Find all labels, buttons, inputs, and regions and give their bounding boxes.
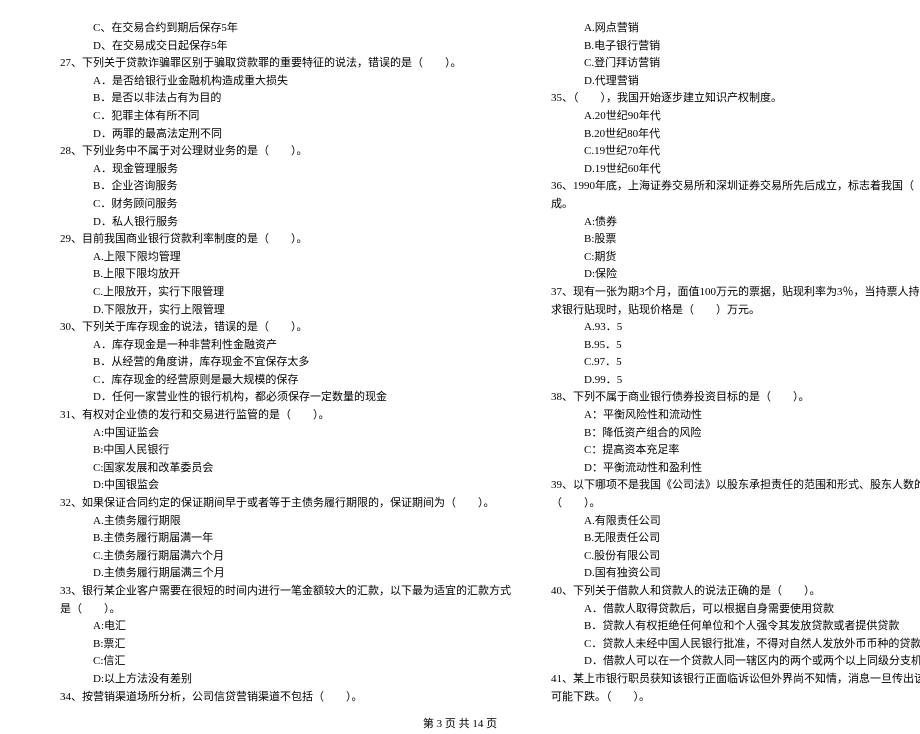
question-line: （ ）。 xyxy=(551,495,920,513)
option-line: B．从经营的角度讲，库存现金不宜保存太多 xyxy=(60,354,511,372)
right-column: A.网点营销B.电子银行营销C.登门拜访营销D.代理营销35、（ ），我国开始逐… xyxy=(551,20,920,706)
option-line: A.上限下限均管理 xyxy=(60,249,511,267)
option-line: C．库存现金的经营原则是最大规模的保存 xyxy=(60,372,511,390)
option-line: B:股票 xyxy=(551,231,920,249)
option-line: D.主债务履行期届满三个月 xyxy=(60,565,511,583)
option-line: B.主债务履行期届满一年 xyxy=(60,530,511,548)
option-line: A．是否给银行业金融机构造成重大损失 xyxy=(60,73,511,91)
option-line: D、在交易成交日起保存5年 xyxy=(60,38,511,56)
question-line: 41、某上市银行职员获知该银行正面临诉讼但外界尚不知情，消息一旦传出该银行股票价… xyxy=(551,671,920,689)
option-line: A:电汇 xyxy=(60,618,511,636)
question-line: 34、按营销渠道场所分析，公司信贷营销渠道不包括（ ）。 xyxy=(60,689,511,707)
question-line: 28、下列业务中不属于对公理财业务的是（ ）。 xyxy=(60,143,511,161)
option-line: C、在交易合约到期后保存5年 xyxy=(60,20,511,38)
option-line: C:信汇 xyxy=(60,653,511,671)
option-line: C.股份有限公司 xyxy=(551,548,920,566)
question-line: 35、（ ），我国开始逐步建立知识产权制度。 xyxy=(551,90,920,108)
option-line: A.主债务履行期限 xyxy=(60,513,511,531)
option-line: A:中国证监会 xyxy=(60,425,511,443)
question-line: 33、银行某企业客户需要在很短的时间内进行一笔金额较大的汇款，以下最为适宜的汇款… xyxy=(60,583,511,601)
left-column: C、在交易合约到期后保存5年D、在交易成交日起保存5年27、下列关于贷款诈骗罪区… xyxy=(60,20,511,706)
option-line: D:保险 xyxy=(551,266,920,284)
question-line: 成。 xyxy=(551,196,920,214)
option-line: B.上限下限均放开 xyxy=(60,266,511,284)
option-line: B.95．5 xyxy=(551,337,920,355)
option-line: D.代理营销 xyxy=(551,73,920,91)
option-line: A.93．5 xyxy=(551,319,920,337)
option-line: D:中国银监会 xyxy=(60,477,511,495)
option-line: B:票汇 xyxy=(60,636,511,654)
option-line: A．库存现金是一种非营利性金融资产 xyxy=(60,337,511,355)
question-line: 37、现有一张为期3个月，面值100万元的票据，贴现利率为3％，当持票人持有票据… xyxy=(551,284,920,302)
question-line: 29、目前我国商业银行贷款利率制度的是（ ）。 xyxy=(60,231,511,249)
option-line: D.99．5 xyxy=(551,372,920,390)
option-line: D:以上方法没有差别 xyxy=(60,671,511,689)
question-line: 38、下列不属于商业银行债券投资目标的是（ ）。 xyxy=(551,389,920,407)
option-line: B．贷款人有权拒绝任何单位和个人强令其发放贷款或者提供贷款 xyxy=(551,618,920,636)
option-line: D.国有独资公司 xyxy=(551,565,920,583)
question-line: 求银行贴现时，贴现价格是（ ）万元。 xyxy=(551,302,920,320)
option-line: B.无限责任公司 xyxy=(551,530,920,548)
option-line: D．两罪的最高法定刑不同 xyxy=(60,126,511,144)
option-line: D：平衡流动性和盈利性 xyxy=(551,460,920,478)
option-line: A：平衡风险性和流动性 xyxy=(551,407,920,425)
option-line: A.网点营销 xyxy=(551,20,920,38)
option-line: C.登门拜访营销 xyxy=(551,55,920,73)
question-line: 32、如果保证合同约定的保证期间早于或者等于主债务履行期限的，保证期间为（ ）。 xyxy=(60,495,511,513)
question-line: 31、有权对企业债的发行和交易进行监管的是（ ）。 xyxy=(60,407,511,425)
option-line: D．私人银行服务 xyxy=(60,214,511,232)
option-line: C．犯罪主体有所不同 xyxy=(60,108,511,126)
option-line: C．贷款人未经中国人民银行批准，不得对自然人发放外币币种的贷款 xyxy=(551,636,920,654)
option-line: A:债券 xyxy=(551,214,920,232)
option-line: A．现金管理服务 xyxy=(60,161,511,179)
option-line: C:期货 xyxy=(551,249,920,267)
page-footer: 第 3 页 共 14 页 xyxy=(60,716,860,734)
option-line: C：提高资本充足率 xyxy=(551,442,920,460)
option-line: C:国家发展和改革委员会 xyxy=(60,460,511,478)
option-line: D.19世纪60年代 xyxy=(551,161,920,179)
option-line: B．是否以非法占有为目的 xyxy=(60,90,511,108)
option-line: C．财务顾问服务 xyxy=(60,196,511,214)
option-line: C.97．5 xyxy=(551,354,920,372)
question-line: 36、1990年底，上海证券交易所和深圳证券交易所先后成立，标志着我国（ ）市场… xyxy=(551,178,920,196)
question-line: 可能下跌。（ ）。 xyxy=(551,689,920,707)
option-line: B.20世纪80年代 xyxy=(551,126,920,144)
option-line: C.上限放开，实行下限管理 xyxy=(60,284,511,302)
option-line: B.电子银行营销 xyxy=(551,38,920,56)
option-line: B：降低资产组合的风险 xyxy=(551,425,920,443)
option-line: D.下限放开，实行上限管理 xyxy=(60,302,511,320)
option-line: C.主债务履行期届满六个月 xyxy=(60,548,511,566)
option-line: D．借款人可以在一个贷款人同一辖区内的两个或两个以上同级分支机构取得贷款 xyxy=(551,653,920,671)
option-line: A.20世纪90年代 xyxy=(551,108,920,126)
option-line: A．借款人取得贷款后，可以根据自身需要使用贷款 xyxy=(551,601,920,619)
question-line: 40、下列关于借款人和贷款人的说法正确的是（ ）。 xyxy=(551,583,920,601)
option-line: B．企业咨询服务 xyxy=(60,178,511,196)
question-line: 27、下列关于贷款诈骗罪区别于骗取贷款罪的重要特征的说法，错误的是（ ）。 xyxy=(60,55,511,73)
question-line: 是（ ）。 xyxy=(60,601,511,619)
question-line: 39、以下哪项不是我国《公司法》以股东承担责任的范围和形式、股东人数的多少分类的 xyxy=(551,477,920,495)
question-line: 30、下列关于库存现金的说法，错误的是（ ）。 xyxy=(60,319,511,337)
option-line: A.有限责任公司 xyxy=(551,513,920,531)
option-line: C.19世纪70年代 xyxy=(551,143,920,161)
option-line: B:中国人民银行 xyxy=(60,442,511,460)
option-line: D．任何一家营业性的银行机构，都必须保存一定数量的现金 xyxy=(60,389,511,407)
